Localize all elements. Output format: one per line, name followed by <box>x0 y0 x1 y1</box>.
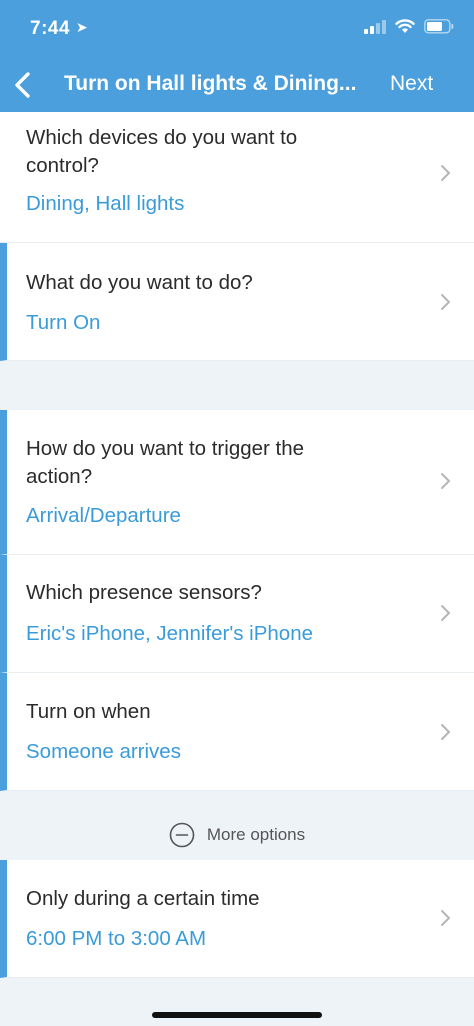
more-options-toggle[interactable]: More options <box>0 810 474 860</box>
home-indicator[interactable] <box>152 1012 322 1018</box>
location-icon: ➤ <box>76 19 88 35</box>
status-time: 7:44 <box>30 18 71 39</box>
status-icons <box>364 19 454 34</box>
action-question: What do you want to do? <box>26 271 253 294</box>
chevron-right-icon <box>441 605 451 621</box>
presence-answer: Eric's iPhone, Jennifer's iPhone <box>26 622 314 645</box>
action-row[interactable]: What do you want to do? Turn On <box>0 243 474 361</box>
devices-answer: Dining, Hall lights <box>26 192 185 215</box>
more-options-label: More options <box>206 825 306 844</box>
time-window-question: Only during a certain time <box>26 887 260 910</box>
time-window-answer: 6:00 PM to 3:00 AM <box>26 927 207 950</box>
devices-row[interactable]: Which devices do you want to control? Di… <box>0 112 474 243</box>
trigger-question: How do you want to trigger the action? <box>26 437 305 488</box>
action-answer: Turn On <box>26 311 101 334</box>
page-title: Turn on Hall lights & Dining... <box>64 72 357 95</box>
turn-on-when-question: Turn on when <box>26 700 151 723</box>
turn-on-when-row[interactable]: Turn on when Someone arrives <box>0 673 474 791</box>
presence-sensors-row[interactable]: Which presence sensors? Eric's iPhone, J… <box>0 555 474 673</box>
battery-icon <box>424 19 454 34</box>
signal-icon <box>364 19 386 34</box>
trigger-row[interactable]: How do you want to trigger the action? A… <box>0 410 474 555</box>
next-button[interactable]: Next <box>390 72 433 96</box>
devices-question: Which devices do you want to control? <box>26 126 298 177</box>
minus-circle-icon <box>169 822 195 848</box>
trigger-answer: Arrival/Departure <box>26 504 181 527</box>
app-header: 7:44 ➤ Turn on Hall lights & Dining... N… <box>0 0 474 112</box>
chevron-right-icon <box>441 724 451 740</box>
chevron-right-icon <box>441 910 451 926</box>
turn-on-when-answer: Someone arrives <box>26 740 181 763</box>
chevron-right-icon <box>441 473 451 489</box>
presence-question: Which presence sensors? <box>26 581 262 604</box>
chevron-right-icon <box>441 294 451 310</box>
wifi-icon <box>395 19 415 33</box>
back-button[interactable] <box>10 68 40 102</box>
time-window-row[interactable]: Only during a certain time 6:00 PM to 3:… <box>0 860 474 978</box>
chevron-right-icon <box>441 165 451 181</box>
